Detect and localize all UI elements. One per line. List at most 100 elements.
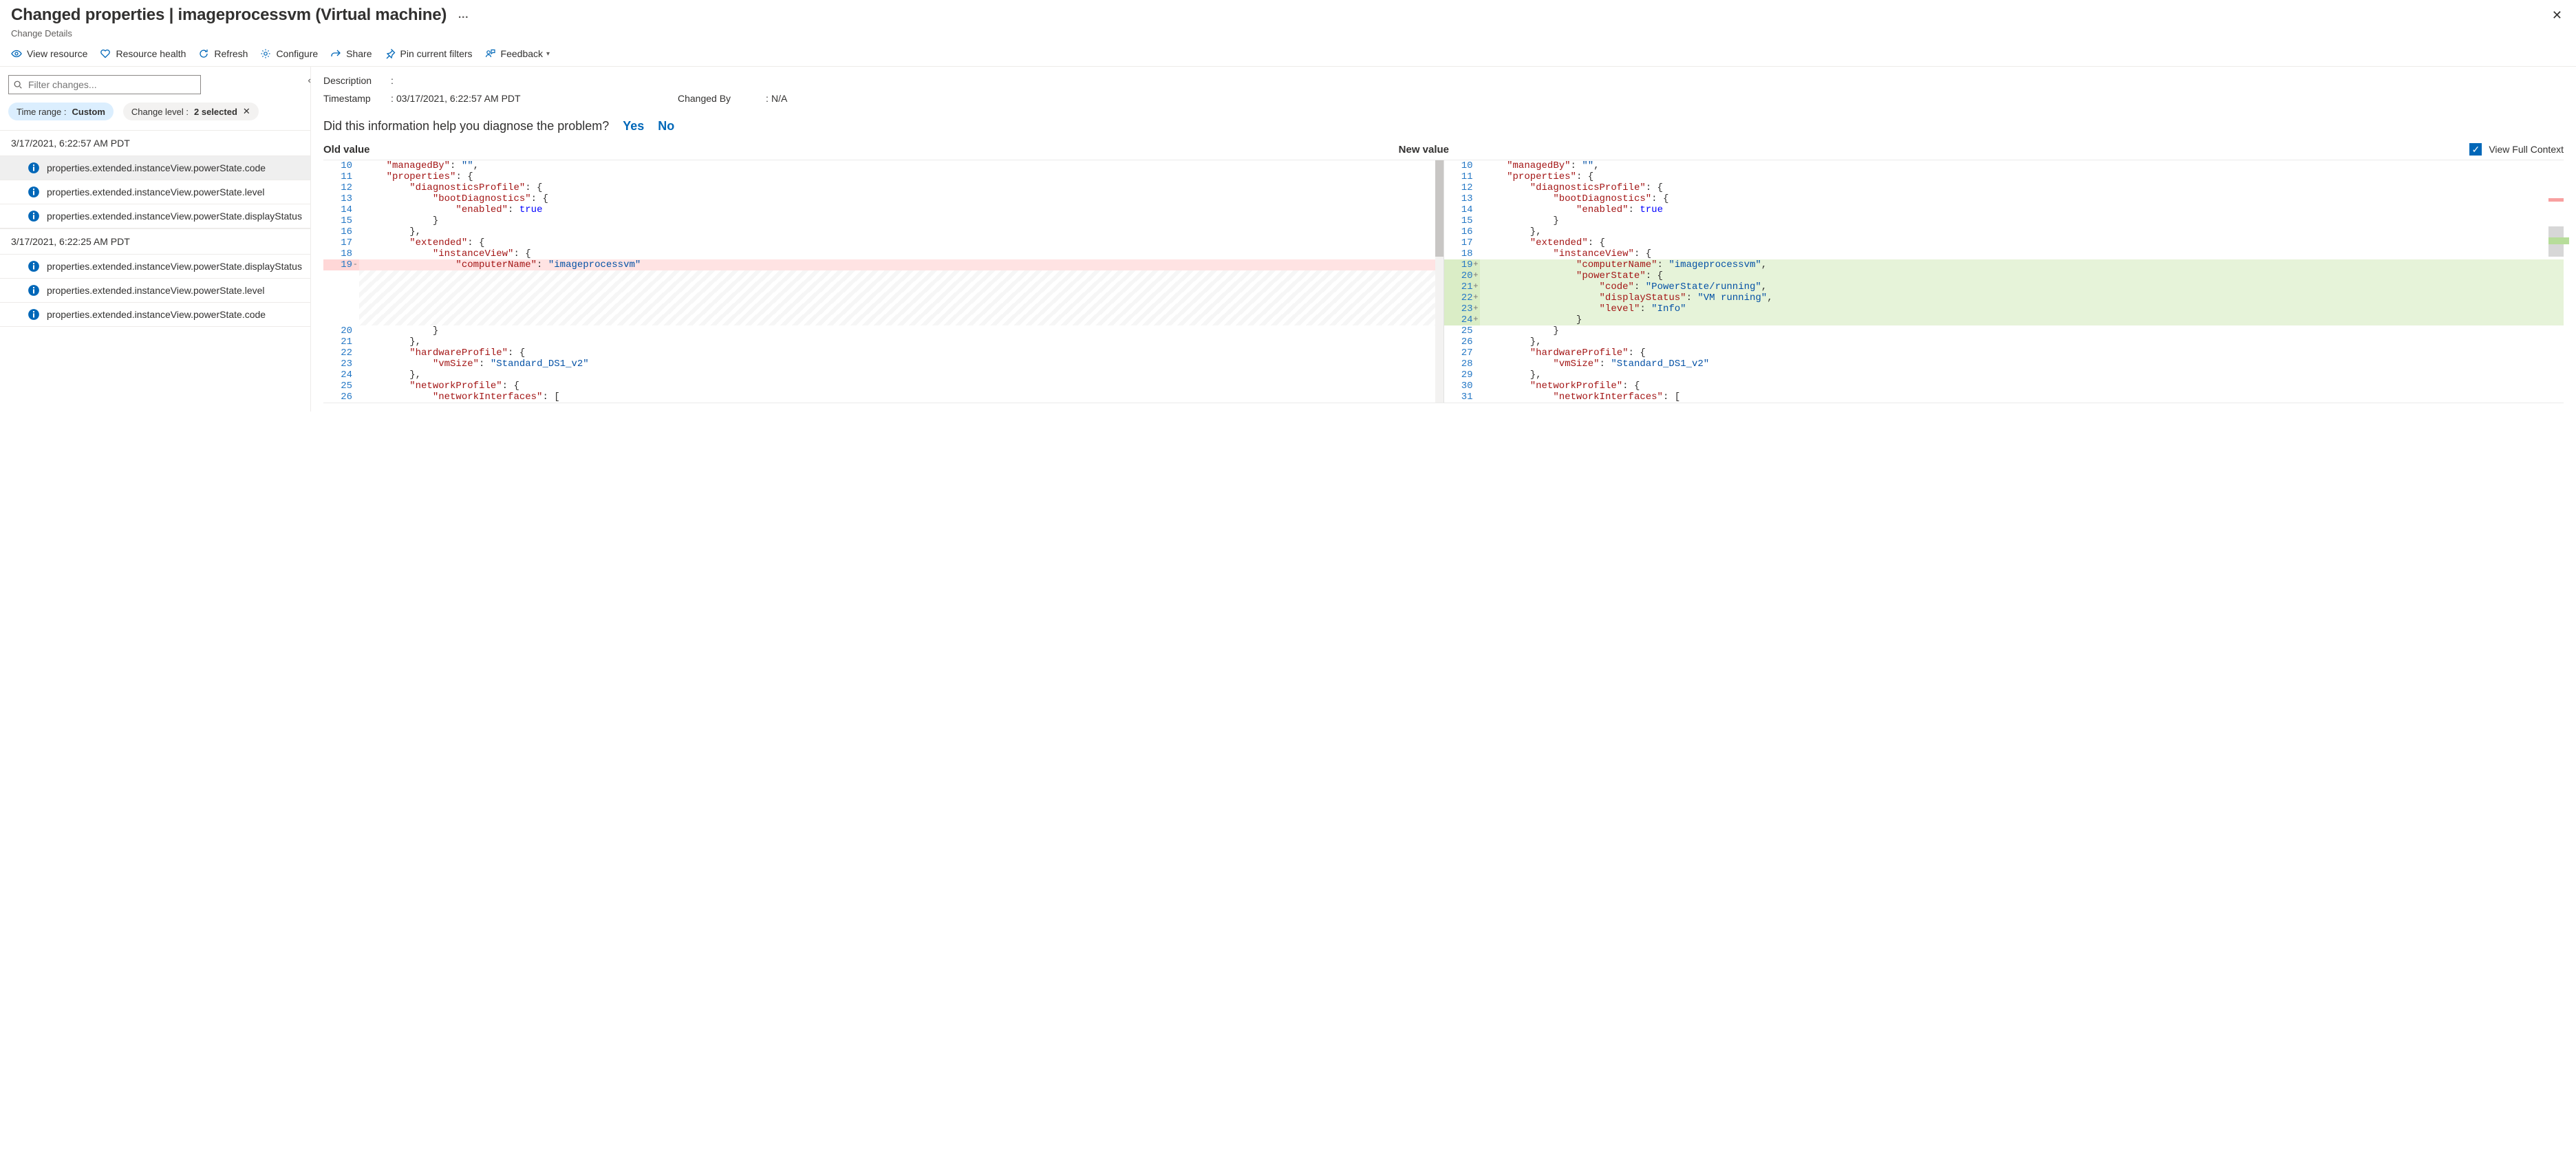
share-button[interactable]: Share bbox=[330, 48, 372, 59]
diff-line: 23+ "level": "Info" bbox=[1444, 303, 2564, 314]
info-icon bbox=[28, 260, 40, 272]
diff-line: 22 "hardwareProfile": { bbox=[323, 348, 1443, 359]
info-icon bbox=[28, 284, 40, 297]
eye-icon bbox=[11, 48, 22, 59]
change-row[interactable]: properties.extended.instanceView.powerSt… bbox=[0, 156, 310, 180]
more-icon[interactable]: … bbox=[453, 9, 469, 21]
diff-line: 10 "managedBy": "", bbox=[323, 160, 1443, 171]
diff-line: 26 "networkInterfaces": [ bbox=[323, 392, 1443, 403]
change-row-label: properties.extended.instanceView.powerSt… bbox=[47, 285, 265, 296]
change-level-chip-label: Change level : bbox=[131, 107, 189, 117]
changedby-value: N/A bbox=[771, 93, 1053, 104]
info-icon bbox=[28, 210, 40, 222]
diff-line: 12 "diagnosticsProfile": { bbox=[1444, 182, 2564, 193]
diff-line: 18 "instanceView": { bbox=[1444, 248, 2564, 259]
feedback-question: Did this information help you diagnose t… bbox=[323, 119, 609, 133]
change-group-header: 3/17/2021, 6:22:25 AM PDT bbox=[0, 228, 310, 255]
view-resource-label: View resource bbox=[27, 48, 87, 59]
pin-label: Pin current filters bbox=[400, 48, 473, 59]
diff-line: 24 }, bbox=[323, 370, 1443, 381]
share-icon bbox=[330, 48, 341, 59]
diff-minimap[interactable] bbox=[2548, 160, 2564, 403]
feedback-no-button[interactable]: No bbox=[658, 119, 674, 133]
change-row[interactable]: properties.extended.instanceView.powerSt… bbox=[0, 303, 310, 327]
change-row[interactable]: properties.extended.instanceView.powerSt… bbox=[0, 255, 310, 279]
refresh-label: Refresh bbox=[214, 48, 248, 59]
diff-line: 14 "enabled": true bbox=[323, 204, 1443, 215]
diff-line: 31 "networkInterfaces": [ bbox=[1444, 392, 2564, 403]
change-row[interactable]: properties.extended.instanceView.powerSt… bbox=[0, 204, 310, 228]
change-level-chip[interactable]: Change level : 2 selected ✕ bbox=[123, 103, 259, 120]
timestamp-value: 03/17/2021, 6:22:57 AM PDT bbox=[396, 93, 678, 104]
scrollbar-thumb[interactable] bbox=[1435, 160, 1443, 257]
diff-line: 18 "instanceView": { bbox=[323, 248, 1443, 259]
info-icon bbox=[28, 186, 40, 198]
close-button[interactable]: ✕ bbox=[2549, 6, 2565, 25]
view-resource-button[interactable]: View resource bbox=[11, 48, 87, 59]
heart-icon bbox=[100, 48, 111, 59]
diff-line: 21 }, bbox=[323, 336, 1443, 348]
change-group-header: 3/17/2021, 6:22:57 AM PDT bbox=[0, 130, 310, 156]
change-row[interactable]: properties.extended.instanceView.powerSt… bbox=[0, 180, 310, 204]
diff-line: 11 "properties": { bbox=[323, 171, 1443, 182]
gear-icon bbox=[260, 48, 271, 59]
change-row-label: properties.extended.instanceView.powerSt… bbox=[47, 186, 265, 197]
changedby-label: Changed By bbox=[678, 93, 760, 104]
diff-line: 17 "extended": { bbox=[1444, 237, 2564, 248]
pin-button[interactable]: Pin current filters bbox=[385, 48, 473, 59]
share-label: Share bbox=[346, 48, 372, 59]
view-full-context-label: View Full Context bbox=[2489, 144, 2564, 155]
search-icon bbox=[13, 80, 23, 89]
description-value bbox=[396, 75, 678, 86]
pin-icon bbox=[385, 48, 396, 59]
refresh-button[interactable]: Refresh bbox=[198, 48, 248, 59]
change-row-label: properties.extended.instanceView.powerSt… bbox=[47, 261, 302, 272]
person-feedback-icon bbox=[485, 48, 496, 59]
info-icon bbox=[28, 162, 40, 174]
diff-line: 15 } bbox=[1444, 215, 2564, 226]
command-bar: View resource Resource health Refresh Co… bbox=[0, 43, 2576, 67]
resource-health-label: Resource health bbox=[116, 48, 186, 59]
diff-line: 21+ "code": "PowerState/running", bbox=[1444, 281, 2564, 292]
view-full-context-checkbox[interactable]: ✓ bbox=[2469, 143, 2482, 156]
diff-line: 11 "properties": { bbox=[1444, 171, 2564, 182]
diff-line: 15 } bbox=[323, 215, 1443, 226]
diff-line: 16 }, bbox=[323, 226, 1443, 237]
diff-line: 13 "bootDiagnostics": { bbox=[323, 193, 1443, 204]
diff-line: 23 "vmSize": "Standard_DS1_v2" bbox=[323, 359, 1443, 370]
diff-line: 16 }, bbox=[1444, 226, 2564, 237]
diff-line: 14 "enabled": true bbox=[1444, 204, 2564, 215]
diff-line: 24+ } bbox=[1444, 314, 2564, 325]
diff-line: 20 } bbox=[323, 325, 1443, 336]
configure-label: Configure bbox=[276, 48, 318, 59]
close-icon[interactable]: ✕ bbox=[243, 106, 250, 117]
feedback-label: Feedback bbox=[501, 48, 543, 59]
page-subtitle: Change Details bbox=[0, 28, 2576, 43]
change-row-label: properties.extended.instanceView.powerSt… bbox=[47, 162, 266, 173]
info-icon bbox=[28, 308, 40, 321]
change-level-chip-value: 2 selected bbox=[194, 107, 237, 117]
diff-line: 10 "managedBy": "", bbox=[1444, 160, 2564, 171]
change-row[interactable]: properties.extended.instanceView.powerSt… bbox=[0, 279, 310, 303]
new-value-header: New value bbox=[1395, 144, 2470, 156]
diff-line: 17 "extended": { bbox=[323, 237, 1443, 248]
diff-line: 25 "networkProfile": { bbox=[323, 381, 1443, 392]
diff-line: 26 }, bbox=[1444, 336, 2564, 348]
diff-line: 19- "computerName": "imageprocessvm" bbox=[323, 259, 1443, 270]
feedback-button[interactable]: Feedback ▾ bbox=[485, 48, 550, 59]
collapse-panel-button[interactable]: ‹‹ bbox=[305, 74, 311, 87]
diff-line: 22+ "displayStatus": "VM running", bbox=[1444, 292, 2564, 303]
diff-line: 28 "vmSize": "Standard_DS1_v2" bbox=[1444, 359, 2564, 370]
resource-health-button[interactable]: Resource health bbox=[100, 48, 186, 59]
configure-button[interactable]: Configure bbox=[260, 48, 318, 59]
change-row-label: properties.extended.instanceView.powerSt… bbox=[47, 211, 302, 222]
timestamp-label: Timestamp bbox=[323, 93, 385, 104]
diff-line: 30 "networkProfile": { bbox=[1444, 381, 2564, 392]
diff-line: 25 } bbox=[1444, 325, 2564, 336]
chevron-down-icon: ▾ bbox=[546, 50, 550, 58]
diff-line: 20+ "powerState": { bbox=[1444, 270, 2564, 281]
feedback-yes-button[interactable]: Yes bbox=[623, 119, 644, 133]
time-range-chip[interactable]: Time range : Custom bbox=[8, 103, 114, 120]
filter-changes-input[interactable] bbox=[8, 75, 201, 94]
page-title: Changed properties | imageprocessvm (Vir… bbox=[11, 6, 447, 25]
